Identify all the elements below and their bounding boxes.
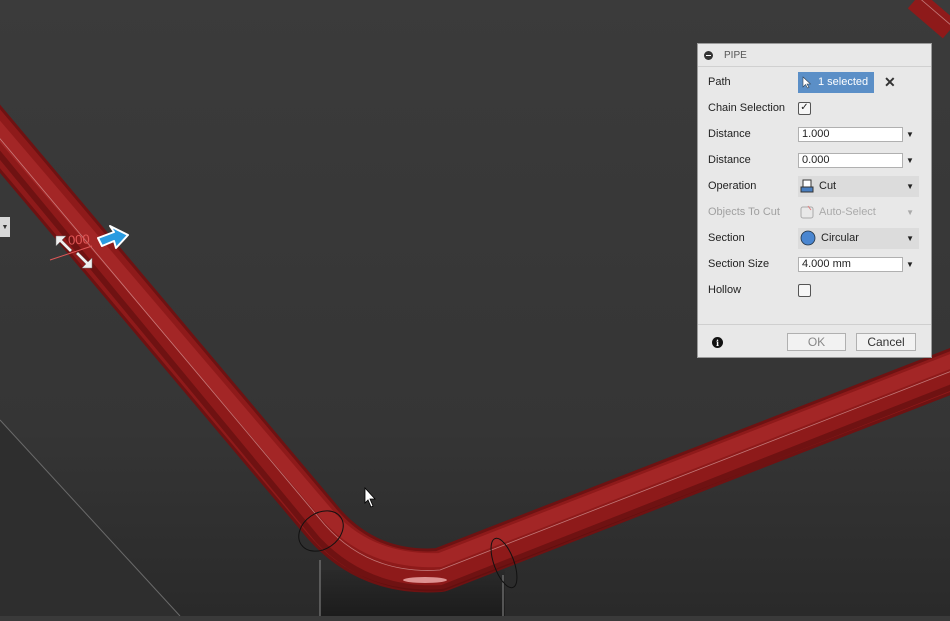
objects-to-cut-dropdown: Auto-Select ▼ [798,202,919,223]
pointer-icon [802,75,812,88]
chain-selection-row: Chain Selection ✓ [698,95,931,121]
distance-label-2: Distance [708,154,751,166]
operation-row: Operation Cut ▼ [698,173,931,199]
distance-label-1: Distance [708,128,751,140]
operation-value: Cut [819,180,837,192]
circle-icon [800,230,816,246]
close-icon[interactable]: ✕ [884,74,896,91]
section-value: Circular [821,232,859,244]
pipe-dialog: PIPE Path 1 selected ✕ Chain Selection ✓… [697,43,932,358]
check-icon: ✓ [800,102,809,113]
chevron-down-icon[interactable]: ▼ [906,130,914,139]
path-row: Path 1 selected ✕ [698,69,931,95]
objects-to-cut-value: Auto-Select [819,206,876,218]
distance-input-2[interactable]: 0.000 [798,152,903,168]
section-size-input[interactable]: 4.000 mm [798,256,903,272]
dialog-title: PIPE [724,49,747,61]
hollow-row: Hollow [698,277,931,303]
path-selection-value: 1 selected [818,76,869,88]
section-row: Section Circular ▼ [698,225,931,251]
cancel-button[interactable]: Cancel [856,333,916,351]
dialog-footer: i OK Cancel [698,324,931,359]
path-label: Path [708,76,731,88]
section-size-row: Section Size 4.000 mm ▼ [698,251,931,277]
path-selection-button[interactable]: 1 selected [798,71,874,93]
section-label: Section [708,232,745,244]
ok-button[interactable]: OK [787,333,846,351]
chevron-down-icon: ▼ [906,207,914,217]
hollow-label: Hollow [708,284,742,296]
chevron-down-icon: ▼ [906,233,914,243]
hollow-checkbox[interactable] [798,283,811,297]
manipulator-value[interactable]: 000 [68,231,91,247]
distance-row-1: Distance 1.000 ▼ [698,121,931,147]
chevron-down-icon[interactable]: ▼ [906,156,914,165]
objects-to-cut-row: Objects To Cut Auto-Select ▼ [698,199,931,225]
distance-input-1[interactable]: 1.000 [798,126,903,142]
info-icon[interactable]: i [712,337,723,348]
operation-label: Operation [708,180,757,192]
left-panel-toggle[interactable]: ▼ [0,217,10,237]
distance-row-2: Distance 0.000 ▼ [698,147,931,173]
chain-selection-checkbox[interactable]: ✓ [798,101,811,115]
chevron-down-icon[interactable]: ▼ [906,260,914,269]
section-size-label: Section Size [708,258,770,270]
chevron-down-icon: ▼ [906,181,914,191]
collapse-icon[interactable] [704,50,713,60]
section-dropdown[interactable]: Circular ▼ [798,227,919,249]
auto-select-icon [800,205,814,219]
dialog-header: PIPE [698,44,931,67]
cut-icon [800,179,814,193]
chain-selection-label: Chain Selection [708,102,786,114]
operation-dropdown[interactable]: Cut ▼ [798,175,919,197]
objects-to-cut-label: Objects To Cut [708,206,780,218]
